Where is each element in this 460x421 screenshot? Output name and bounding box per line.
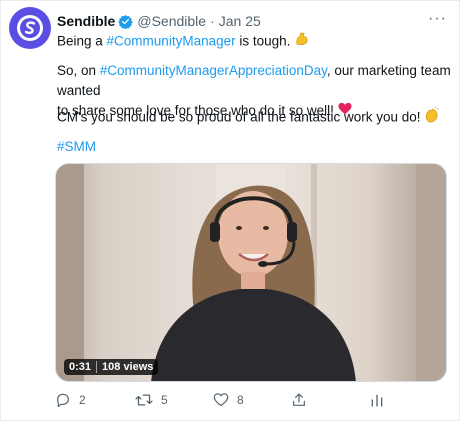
- clapping-hands-emoji: [424, 106, 440, 129]
- avatar[interactable]: [9, 7, 51, 49]
- tweet-line-1: Being a #CommunityManager is tough.: [57, 31, 452, 53]
- video-player[interactable]: 0:31 108 views: [55, 163, 447, 382]
- video-duration: 0:31: [69, 361, 92, 373]
- tweet-card[interactable]: Sendible @Sendible · Jan 25 ··· Being a …: [0, 0, 460, 421]
- retweet-count: 5: [161, 393, 168, 407]
- tweet-header: Sendible @Sendible · Jan 25 ···: [57, 10, 447, 30]
- hashtag-appreciation-day[interactable]: #CommunityManagerAppreciationDay: [100, 63, 327, 78]
- share-icon: [293, 393, 305, 406]
- retweet-icon: [135, 394, 153, 406]
- author-handle[interactable]: @Sendible: [137, 13, 206, 29]
- retweet-button[interactable]: 5: [135, 392, 168, 408]
- hashtag-smm[interactable]: #SMM: [57, 137, 452, 157]
- tweet-paragraph-3: CM's you should be so proud of all the f…: [57, 106, 452, 129]
- para2-text: So, on: [57, 63, 100, 78]
- video-stats-badge: 0:31 108 views: [64, 359, 159, 375]
- author-name[interactable]: Sendible: [57, 13, 115, 29]
- verified-badge-icon: [118, 14, 134, 29]
- like-button[interactable]: 8: [213, 392, 244, 407]
- analytics-button[interactable]: [369, 392, 385, 408]
- header-separator: ·: [210, 13, 215, 29]
- analytics-icon: [371, 394, 383, 407]
- hashtag-community-manager[interactable]: #CommunityManager: [107, 34, 236, 49]
- reply-count: 2: [79, 393, 86, 407]
- reply-icon: [57, 393, 69, 407]
- reply-button[interactable]: 2: [55, 392, 86, 408]
- heart-icon: [213, 393, 229, 407]
- video-frame: [56, 164, 446, 381]
- flexed-biceps-emoji: [294, 31, 310, 53]
- tweet-actions: 2 5 8: [55, 392, 447, 410]
- video-views: 108 views: [102, 361, 154, 373]
- line1-text-suffix: is tough.: [235, 33, 291, 49]
- line1-text: Being a: [57, 33, 107, 49]
- like-count: 8: [237, 392, 244, 407]
- badge-divider: [96, 361, 98, 373]
- sendible-logo-icon: [17, 15, 43, 41]
- para3-text: CM's you should be so proud of all the f…: [57, 109, 421, 125]
- more-options-icon[interactable]: ···: [428, 10, 447, 28]
- tweet-date[interactable]: Jan 25: [219, 13, 261, 29]
- share-button[interactable]: [291, 392, 307, 408]
